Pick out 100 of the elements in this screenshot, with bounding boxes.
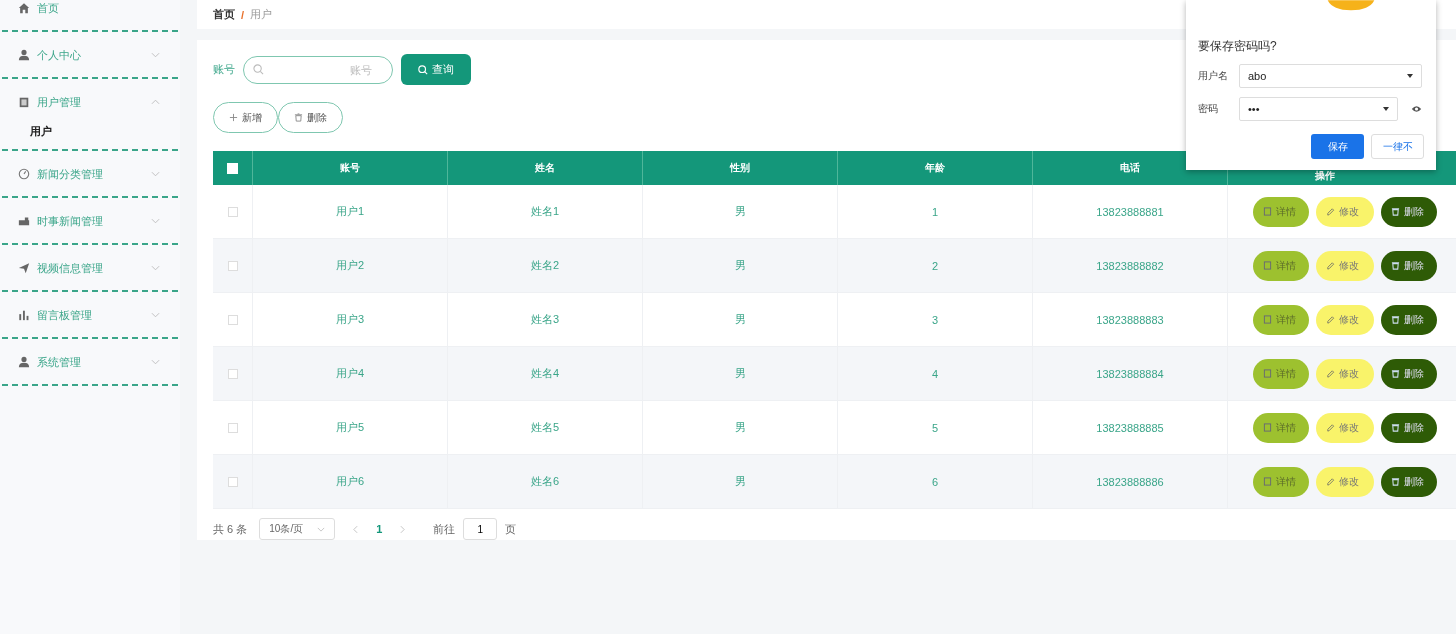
page-size-select[interactable]: 10条/页 [259, 518, 336, 540]
edit-button[interactable]: 修改 [1316, 250, 1374, 281]
table-cell: 13823888882 [1096, 259, 1164, 272]
row-checkbox[interactable] [227, 422, 238, 433]
chevron-down-icon [151, 52, 160, 58]
document-icon [1263, 477, 1272, 486]
trash-icon [294, 113, 303, 122]
table-cell: 1 [931, 205, 939, 218]
delete-button[interactable]: 删除 [1381, 358, 1437, 389]
document-icon [1263, 261, 1272, 270]
sidebar-item[interactable]: 个人中心 [0, 41, 180, 69]
row-checkbox[interactable] [227, 476, 238, 487]
sidebar-item[interactable]: 首页 [0, 0, 180, 22]
table-cell: 姓名2 [530, 258, 560, 273]
table-cell: 用户6 [335, 474, 365, 489]
password-field[interactable]: ••• [1239, 97, 1398, 121]
detail-button[interactable]: 详情 [1253, 196, 1309, 227]
select-all-checkbox[interactable] [227, 162, 238, 174]
delete-button[interactable]: 删除 [1381, 412, 1437, 443]
search-icon [418, 64, 428, 75]
table-cell: 4 [931, 367, 939, 380]
search-button[interactable]: 查询 [401, 54, 471, 85]
total-count: 共 6 条 [213, 521, 248, 537]
chevron-down-icon [151, 312, 160, 318]
save-button[interactable]: 保存 [1311, 134, 1364, 159]
delete-button[interactable]: 删除 [1381, 466, 1437, 497]
table-cell: 用户3 [335, 312, 365, 327]
edit-button[interactable]: 修改 [1316, 196, 1374, 227]
sidebar-item[interactable]: 系统管理 [0, 348, 180, 376]
table-cell: 13823888885 [1096, 421, 1164, 434]
edit-button[interactable]: 修改 [1316, 412, 1374, 443]
breadcrumb-item: 用户 [250, 7, 273, 22]
detail-button[interactable]: 详情 [1253, 466, 1309, 497]
document-icon [1263, 315, 1272, 324]
sidebar-item[interactable]: 时事新闻管理 [0, 207, 180, 235]
plus-icon [229, 113, 238, 122]
detail-button[interactable]: 详情 [1253, 304, 1309, 335]
sidebar-label: 个人中心 [37, 47, 82, 63]
trash-icon [1391, 207, 1400, 216]
breadcrumb-item[interactable]: 首页 [213, 7, 235, 22]
goto-label: 前往 [433, 521, 456, 537]
pencil-icon [1326, 423, 1335, 432]
detail-button[interactable]: 详情 [1253, 250, 1309, 281]
add-button[interactable]: 新增 [213, 102, 278, 133]
row-checkbox[interactable] [227, 206, 238, 217]
chevron-down-icon [151, 359, 160, 365]
chevron-down-icon [151, 265, 160, 271]
table-cell: 13823888883 [1096, 313, 1164, 326]
row-checkbox[interactable] [227, 368, 238, 379]
document-icon [1263, 207, 1272, 216]
sidebar-item[interactable]: 新闻分类管理 [0, 160, 180, 188]
detail-button[interactable]: 详情 [1253, 412, 1309, 443]
dropdown-icon [1407, 74, 1413, 78]
table-cell: 姓名1 [530, 204, 560, 219]
sidebar-subitem[interactable]: 用户 [30, 124, 52, 139]
edit-button[interactable]: 修改 [1316, 466, 1374, 497]
row-checkbox[interactable] [227, 314, 238, 325]
next-page-icon[interactable] [400, 524, 406, 534]
edit-button[interactable]: 修改 [1316, 358, 1374, 389]
page-input[interactable]: 1 [463, 518, 498, 540]
table-cell: 用户5 [335, 420, 365, 435]
chevron-down-icon [317, 526, 326, 532]
chevron-up-icon [151, 99, 160, 105]
table-cell: 用户2 [335, 258, 365, 273]
table-cell: 6 [931, 475, 939, 488]
delete-button[interactable]: 删除 [1381, 250, 1437, 281]
table-cell: 姓名4 [530, 366, 560, 381]
page-number[interactable]: 1 [376, 523, 383, 535]
table-cell: 男 [734, 420, 746, 435]
column-header: 操作 [1315, 169, 1335, 183]
table-cell: 男 [734, 366, 746, 381]
edit-button[interactable]: 修改 [1316, 304, 1374, 335]
never-button[interactable]: 一律不 [1371, 134, 1424, 159]
briefcase-icon [18, 215, 30, 227]
person-icon [18, 49, 30, 61]
field-label: 账号 [213, 62, 235, 77]
sidebar-item[interactable]: 留言板管理 [0, 301, 180, 329]
previous-page-icon[interactable] [353, 524, 359, 534]
delete-button[interactable]: 删除 [278, 102, 343, 133]
table-cell: 男 [734, 474, 746, 489]
table-cell: 用户4 [335, 366, 365, 381]
popup-title: 要保存密码吗? [1198, 38, 1278, 55]
sidebar-item[interactable]: 视频信息管理 [0, 254, 180, 282]
detail-button[interactable]: 详情 [1253, 358, 1309, 389]
table-cell: 13823888881 [1096, 205, 1164, 218]
eye-icon[interactable] [1411, 105, 1422, 113]
delete-button[interactable]: 删除 [1381, 196, 1437, 227]
username-field[interactable]: abo [1239, 64, 1422, 88]
sidebar-label: 首页 [37, 0, 60, 16]
delete-button[interactable]: 删除 [1381, 304, 1437, 335]
pencil-icon [1326, 315, 1335, 324]
trash-icon [1391, 261, 1400, 270]
pencil-icon [1326, 261, 1335, 270]
sidebar-item[interactable]: 用户管理 [0, 88, 180, 116]
sidebar-label: 系统管理 [37, 354, 82, 370]
row-checkbox[interactable] [227, 260, 238, 271]
table-cell: 13823888886 [1096, 475, 1164, 488]
field-label: 用户名 [1198, 69, 1229, 83]
bars-icon [18, 309, 30, 321]
home-icon [18, 2, 30, 14]
